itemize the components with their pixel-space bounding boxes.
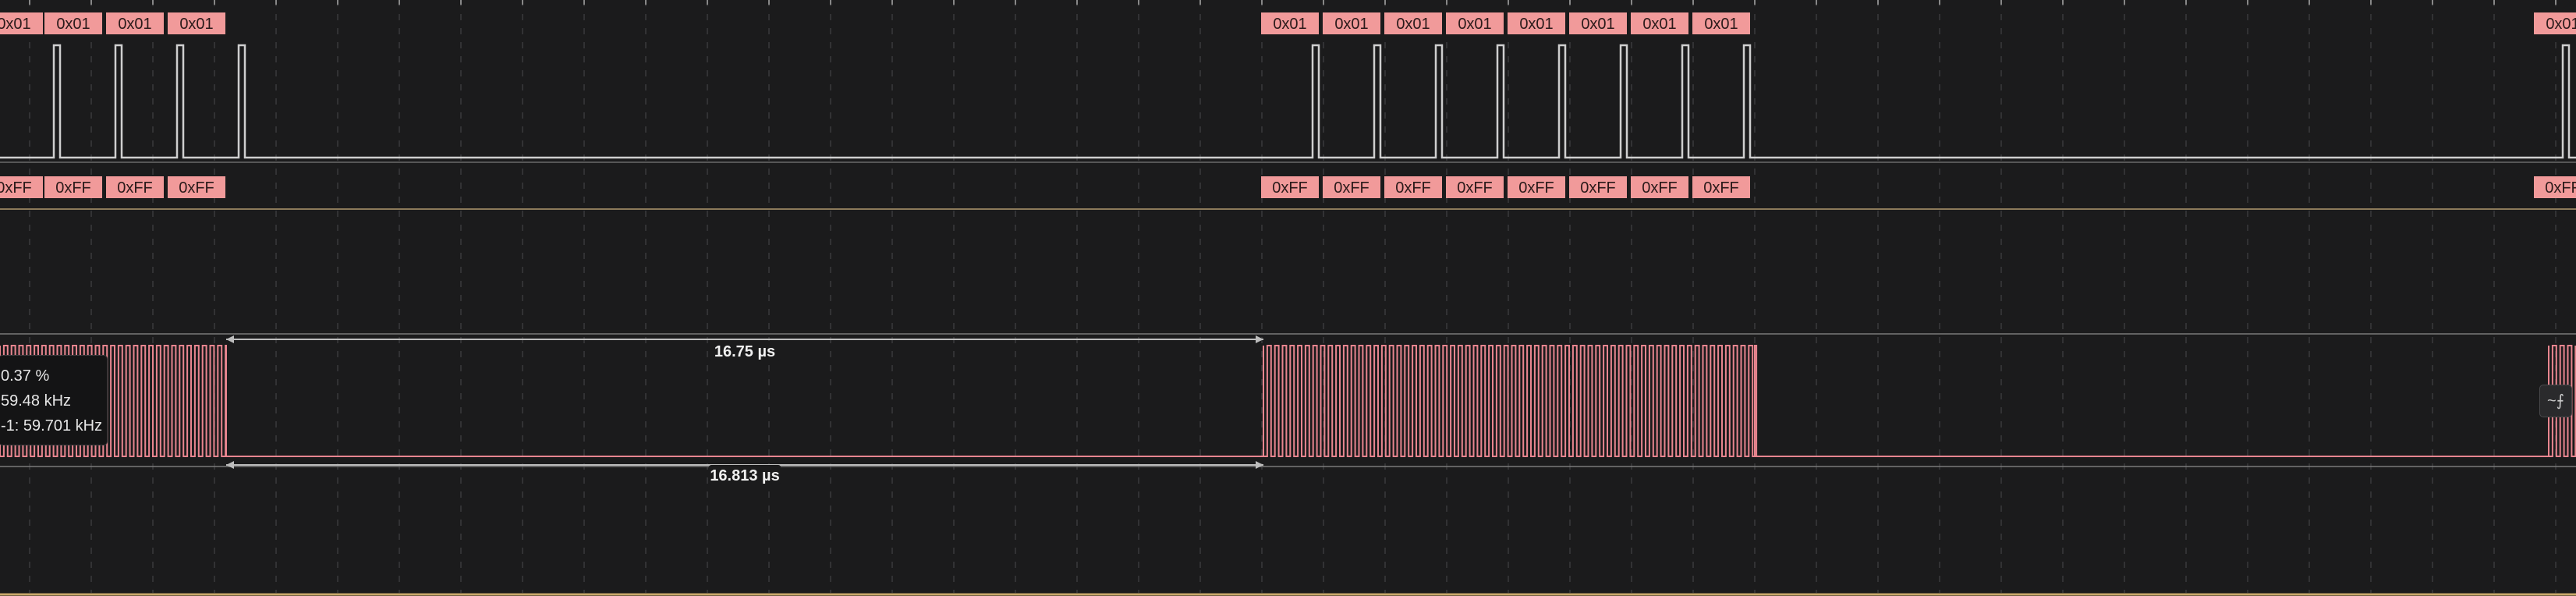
row2-label-mid: 0xFF — [1272, 179, 1308, 197]
waveform-view[interactable]: 0x01 0x01 0x01 0x01 0x01 0x01 0x01 0x01 0x01 0x01… — [0, 0, 2576, 596]
period-measure-label: 16.813 µs — [710, 467, 779, 484]
row1-label-mid: 0x01 — [1519, 16, 1553, 33]
channel-3-trace — [0, 345, 2576, 457]
row1-label-left: 0x01 — [56, 16, 90, 33]
row1-label-left: 0x01 — [0, 16, 31, 33]
row1-label-mid: 0x01 — [1704, 16, 1738, 33]
time-grid — [29, 0, 2557, 593]
row2-label-mid: 0xFF — [1580, 179, 1616, 197]
row1-label-mid: 0x01 — [1642, 16, 1676, 33]
measurement-tooltip: 0.37 % 59.48 kHz -1: 59.701 kHz — [0, 355, 108, 445]
period-measure-arrow-left-head — [226, 461, 234, 469]
row2-label-mid: 0xFF — [1703, 179, 1739, 197]
tooltip-duty: 0.37 % — [1, 367, 50, 385]
row2-label-left: 0xFF — [55, 179, 91, 197]
channel-1-digital: 0x01 0x01 0x01 0x01 0x01 0x01 0x01 0x01 0x01 0x01… — [0, 12, 2576, 163]
channel-2-digital: 0xFF 0xFF 0xFF 0xFF 0xFF 0xFF 0xFF 0xFF 0xFF 0xFF… — [0, 176, 2576, 210]
channel-1-trace — [0, 44, 2576, 159]
row1-label-mid: 0x01 — [1273, 16, 1306, 33]
row2-label-mid: 0xFF — [1518, 179, 1554, 197]
row1-label-mid: 0x01 — [1581, 16, 1614, 33]
tooltip-frequency: 59.48 kHz — [1, 392, 72, 410]
row1-label-left: 0x01 — [118, 16, 151, 33]
row1-label-mid: 0x01 — [1458, 16, 1491, 33]
row2-label-mid: 0xFF — [1642, 179, 1678, 197]
width-measure-label: 16.75 µs — [714, 343, 775, 360]
row1-label-right: 0x01 — [2546, 16, 2576, 33]
row2-label-mid: 0xFF — [1334, 179, 1369, 197]
row2-label-left: 0xFF — [179, 179, 214, 197]
row2-label-right: 0xFF — [2545, 179, 2576, 197]
width-measure-arrow-left-head — [226, 335, 234, 343]
row2-label-left: 0xFF — [0, 179, 32, 197]
wave-trigger-icon[interactable]: ~⨍ — [2539, 385, 2572, 417]
tooltip-inverse-period: -1: 59.701 kHz — [1, 417, 103, 435]
row2-label-mid: 0xFF — [1457, 179, 1493, 197]
measurement-overlay: 16.75 µs 16.813 µs — [226, 335, 1263, 485]
row2-label-mid: 0xFF — [1395, 179, 1431, 197]
row1-label-left: 0x01 — [179, 16, 213, 33]
row1-label-mid: 0x01 — [1396, 16, 1430, 33]
row2-label-left: 0xFF — [117, 179, 153, 197]
channel-3-pwm — [0, 333, 2576, 467]
row1-label-mid: 0x01 — [1334, 16, 1368, 33]
